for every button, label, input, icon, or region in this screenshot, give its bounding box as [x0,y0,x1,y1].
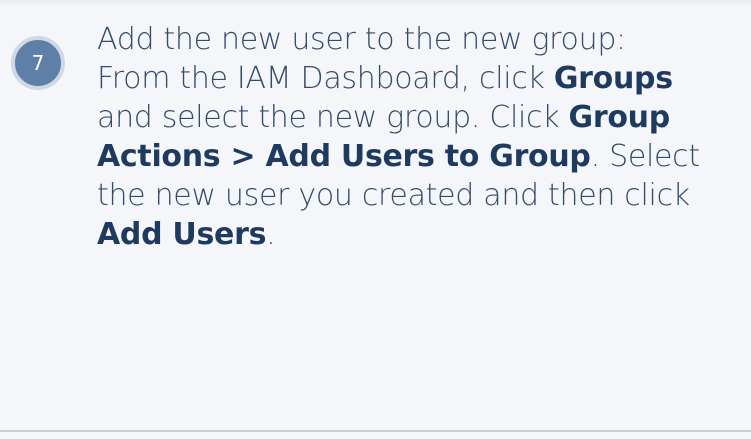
instruction-line: Add Users. [97,215,747,254]
instruction-line: From the IAM Dashboard, click Groups [97,59,747,98]
instruction-line: and select the new group. Click Group [97,98,747,137]
ui-term-add-users: Add Users [97,217,267,252]
instruction-line: Add the new user to the new group: [97,20,747,59]
instruction-line: the new user you created and then click [97,176,747,215]
step-instruction-text: Add the new user to the new group: From … [97,20,747,254]
step-number-badge: 7 [11,36,65,90]
ui-term-groups: Groups [553,61,673,96]
instruction-text: From the IAM Dashboard, click [97,61,554,96]
instruction-text: . Select [590,139,701,174]
top-edge-shadow [0,0,751,6]
instruction-text: Add the new user to the new group: [97,22,626,57]
instruction-step-card: 7 Add the new user to the new group: Fro… [0,0,751,439]
instruction-text: the new user you created and then click [97,178,690,213]
bottom-divider [0,430,751,432]
instruction-text: . [266,217,276,252]
instruction-line: Actions > Add Users to Group. Select [97,137,747,176]
ui-term-group: Group [568,100,671,135]
instruction-text: and select the new group. Click [97,100,569,135]
ui-term-actions-add-users-to-group: Actions > Add Users to Group [97,139,591,174]
